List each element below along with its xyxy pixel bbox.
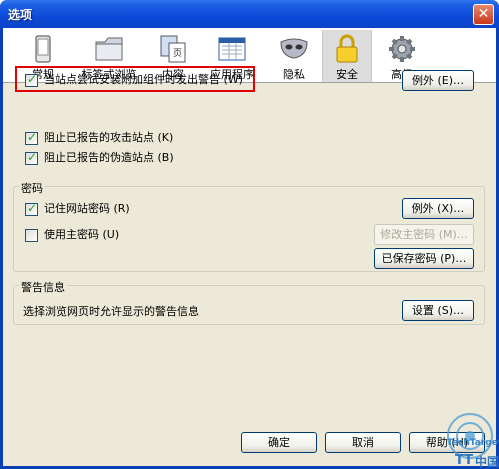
block-attack-label: 阻止已报告的攻击站点 (K) [44, 131, 174, 144]
page-icon: 页 [160, 35, 186, 63]
tab-security-label: 安全 [336, 68, 358, 81]
checkbox-box[interactable] [25, 150, 38, 165]
window-apps-icon [218, 37, 246, 61]
close-button[interactable]: ✕ [473, 4, 494, 25]
options-window: 选项 ✕ 常规 标签式浏览 页 内容 应用程序 隐私 安全 ✓ 当站点尝试安装附… [0, 0, 499, 469]
change-master-password-button[interactable]: 修改主密码 (M)… [374, 224, 474, 245]
warnings-group-title: 警告信息 [19, 279, 67, 295]
tab-privacy[interactable]: 隐私 [275, 30, 313, 82]
cancel-button[interactable]: 取消 [325, 432, 401, 453]
warning-settings-button[interactable]: 设置 (S)… [402, 300, 474, 321]
folder-tabs-icon [95, 37, 123, 61]
watermark-brand: TT [455, 453, 474, 468]
checkbox-box[interactable] [25, 130, 38, 145]
phone-icon [35, 35, 51, 63]
checkbox-box[interactable] [25, 201, 38, 216]
svg-text:页: 页 [173, 48, 182, 58]
title-bar[interactable]: 选项 ✕ [0, 0, 499, 28]
warnings-description: 选择浏览网页时允许显示的警告信息 [23, 305, 199, 318]
tab-privacy-label: 隐私 [283, 68, 305, 81]
techtarget-watermark: TechTarget TT 中国 [441, 412, 499, 469]
checkbox-box[interactable] [25, 72, 38, 87]
watermark-cn: 中国 [475, 455, 499, 469]
mask-icon [280, 38, 308, 59]
addons-warning-label: 当站点尝试安装附加组件时发出警告 (W) [44, 73, 243, 86]
master-password-label: 使用主密码 (U) [44, 228, 120, 241]
exceptions-button[interactable]: 例外 (E)… [402, 70, 474, 91]
checkbox-box[interactable] [25, 229, 38, 242]
lock-icon [336, 34, 358, 63]
tab-security[interactable]: 安全 [322, 30, 372, 82]
password-exceptions-button[interactable]: 例外 (X)… [402, 198, 474, 219]
remember-passwords-label: 记住网站密码 (R) [44, 202, 130, 215]
passwords-group-title: 密码 [19, 180, 45, 196]
watermark-text: TechTarget [447, 438, 499, 448]
block-forgery-label: 阻止已报告的伪造站点 (B) [44, 151, 174, 164]
dialog-body: 常规 标签式浏览 页 内容 应用程序 隐私 安全 ✓ 当站点尝试安装附加组件时发… [3, 28, 496, 466]
saved-passwords-button[interactable]: 已保存密码 (P)… [374, 248, 474, 269]
window-title: 选项 [8, 8, 33, 22]
ok-button[interactable]: 确定 [241, 432, 317, 453]
gear-icon [389, 36, 415, 62]
